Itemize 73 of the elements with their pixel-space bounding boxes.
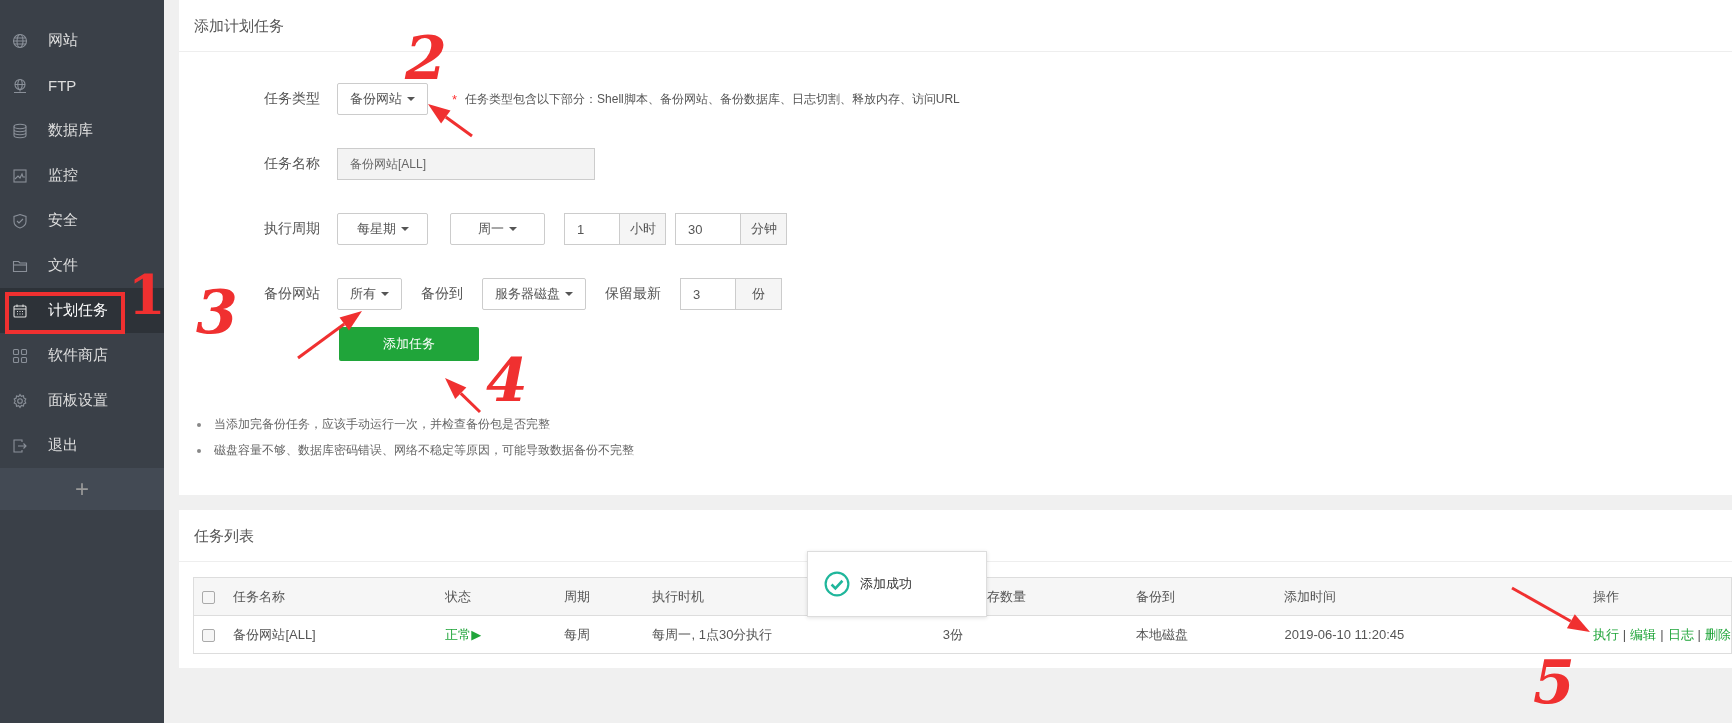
table-cell: 备份网站[ALL] [233, 626, 316, 642]
note-text: 磁盘容量不够、数据库密码错误、网络不稳定等原因，可能导致数据备份不完整 [214, 442, 634, 459]
shield-icon [12, 212, 28, 229]
input-field[interactable]: 1 [564, 213, 619, 245]
bullet-icon [197, 448, 201, 453]
sidebar-item[interactable]: 安全 [0, 198, 164, 243]
sidebar-item[interactable]: FTP [0, 63, 164, 108]
sidebar-item[interactable]: 数据库 [0, 108, 164, 153]
checkbox[interactable] [202, 629, 215, 643]
table-cell: 3份 [942, 626, 964, 642]
table-cell: 本地磁盘 [1135, 626, 1188, 642]
separator: | [1622, 626, 1627, 642]
field-label: 保留最新 [605, 285, 661, 303]
input-field[interactable]: 备份网站[ALL] [337, 148, 595, 180]
caret-icon [400, 227, 409, 231]
caret-icon [565, 292, 573, 296]
annotation-number: 4 [486, 350, 528, 410]
table-cell: 每周一, 1点30分执行 [652, 626, 773, 642]
caret-icon [381, 292, 389, 296]
database-icon [12, 122, 28, 139]
separator: | [1697, 626, 1701, 642]
bullet-icon [197, 422, 201, 427]
grid-icon [12, 347, 28, 364]
network-globe-icon [12, 77, 28, 94]
caret-icon [509, 227, 517, 231]
field-label: 任务名称 [263, 155, 320, 173]
table-cell: 每周 [563, 626, 590, 642]
exit-icon [12, 437, 28, 454]
field-label: 备份到 [421, 285, 463, 303]
chart-icon [12, 167, 28, 184]
column-header: 状态 [445, 588, 472, 604]
checkbox[interactable] [202, 591, 215, 605]
separator: | [1660, 626, 1664, 642]
column-header: 存数量 [986, 588, 1026, 604]
sidebar-item[interactable]: 网站 [0, 18, 164, 63]
caret-icon [407, 97, 415, 101]
column-header: 备份到 [1135, 588, 1175, 604]
sidebar-item[interactable]: 监控 [0, 153, 164, 198]
unit-label: 分钟 [740, 213, 787, 245]
annotation-arrow [297, 311, 362, 360]
sidebar-item[interactable]: 面板设置 [0, 378, 164, 423]
dropdown[interactable]: 服务器磁盘 [482, 278, 586, 310]
dropdown[interactable]: 周一 [450, 213, 545, 245]
sidebar-item[interactable]: 退出 [0, 423, 164, 468]
sidebar-item[interactable]: 软件商店 [0, 333, 164, 378]
required-mark: * [452, 91, 458, 107]
settings-icon [12, 392, 28, 409]
table-cell: 2019-06-10 11:20:45 [1284, 627, 1405, 642]
column-header: 操作 [1592, 588, 1619, 604]
dropdown[interactable]: 所有 [337, 278, 402, 310]
unit-label: 份 [735, 278, 782, 310]
calendar-icon [12, 302, 28, 319]
unit-label: 小时 [619, 213, 666, 245]
dropdown[interactable]: 每星期 [337, 213, 428, 245]
input-field[interactable]: 30 [675, 213, 740, 245]
check-icon [824, 571, 850, 597]
field-label: 执行周期 [263, 220, 320, 238]
annotation-arrow [445, 378, 482, 414]
annotation-number: 3 [196, 282, 238, 342]
input-field[interactable]: 3 [680, 278, 735, 310]
hint-text: 任务类型包含以下部分：Shell脚本、备份网站、备份数据库、日志切割、释放内存、访问URL [465, 90, 960, 108]
column-header: 任务名称 [233, 588, 286, 604]
column-header: 执行时机 [652, 588, 705, 604]
field-label: 任务类型 [263, 90, 320, 108]
globe-icon [12, 32, 28, 49]
column-header: 周期 [563, 588, 590, 604]
field-label: 备份网站 [263, 285, 320, 303]
dropdown[interactable]: 备份网站 [337, 83, 428, 115]
toast-message: 添加成功 [860, 575, 912, 593]
annotation-number: 5 [1533, 652, 1575, 712]
annotation-arrow [428, 104, 473, 138]
column-header: 添加时间 [1284, 588, 1337, 604]
note-text: 当添加完备份任务，应该手动运行一次，并检查备份包是否完整 [214, 416, 550, 433]
